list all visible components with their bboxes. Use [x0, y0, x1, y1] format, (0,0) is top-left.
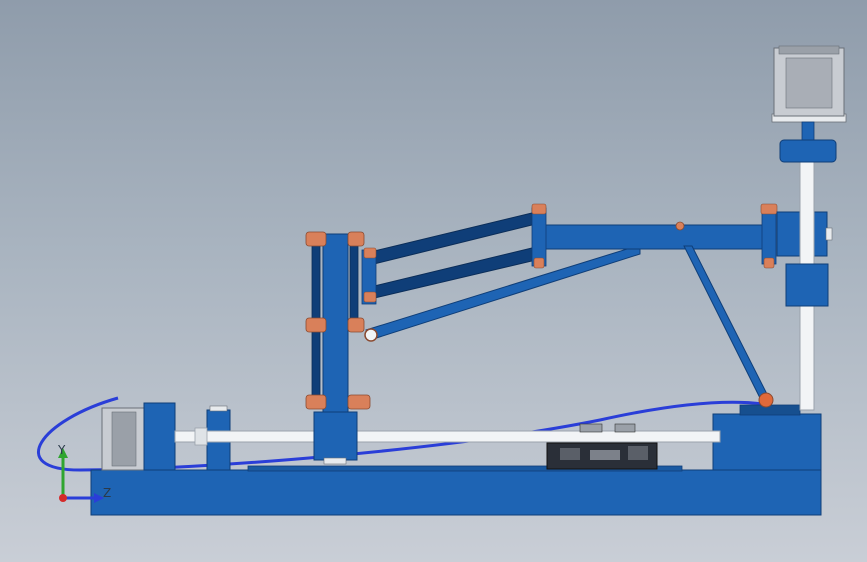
diagonal-brace	[683, 245, 771, 403]
vertical-link-strap	[349, 235, 359, 329]
cad-viewport: Y Z	[0, 0, 867, 562]
motor-flange	[143, 402, 176, 471]
horizontal-boom	[544, 224, 776, 250]
carriage-block	[313, 411, 358, 461]
board-chip	[590, 450, 620, 460]
vertical-link-arm	[322, 233, 349, 413]
pivot-joint	[675, 221, 685, 231]
pivot-pin	[305, 317, 327, 333]
vertical-link-strap	[311, 235, 321, 397]
board-chip	[628, 446, 648, 460]
pivot-pin	[363, 291, 377, 303]
board-connector	[614, 423, 636, 433]
boom-left-block	[531, 207, 547, 267]
pivot-pin	[347, 394, 371, 410]
pivot-pin	[347, 231, 365, 247]
boom-right-block	[761, 207, 777, 265]
pivot-pin	[347, 317, 365, 333]
board-chip	[560, 448, 580, 460]
pivot-pin	[531, 203, 547, 215]
rod-coupler	[194, 427, 208, 446]
base-plate	[90, 469, 822, 516]
right-base-block	[712, 413, 822, 471]
pivot-joint	[364, 328, 378, 342]
coupling-hub	[779, 139, 837, 163]
pivot-pin	[763, 257, 775, 269]
y-axis-label: Y	[57, 443, 66, 457]
pivot-pin	[533, 257, 545, 269]
pivot-pin	[760, 203, 778, 215]
mechanism-drawing: Y Z	[37, 45, 847, 516]
carriage-foot	[323, 457, 347, 465]
left-bearing-cap	[209, 405, 228, 412]
board-connector	[579, 423, 603, 433]
pivot-pin	[305, 231, 327, 247]
column-collar	[785, 263, 829, 307]
motor-cap	[778, 45, 840, 55]
pivot-pin	[305, 394, 327, 410]
motor-fins	[785, 57, 833, 109]
motor-fins	[111, 411, 137, 467]
right-block-top	[739, 404, 801, 416]
pivot-pin	[363, 247, 377, 259]
linear-guide-rod	[174, 430, 721, 443]
slider-bolt	[825, 227, 833, 241]
z-axis-label: Z	[103, 486, 111, 500]
coupling-shaft	[801, 121, 815, 143]
brace-pivot	[758, 392, 774, 408]
